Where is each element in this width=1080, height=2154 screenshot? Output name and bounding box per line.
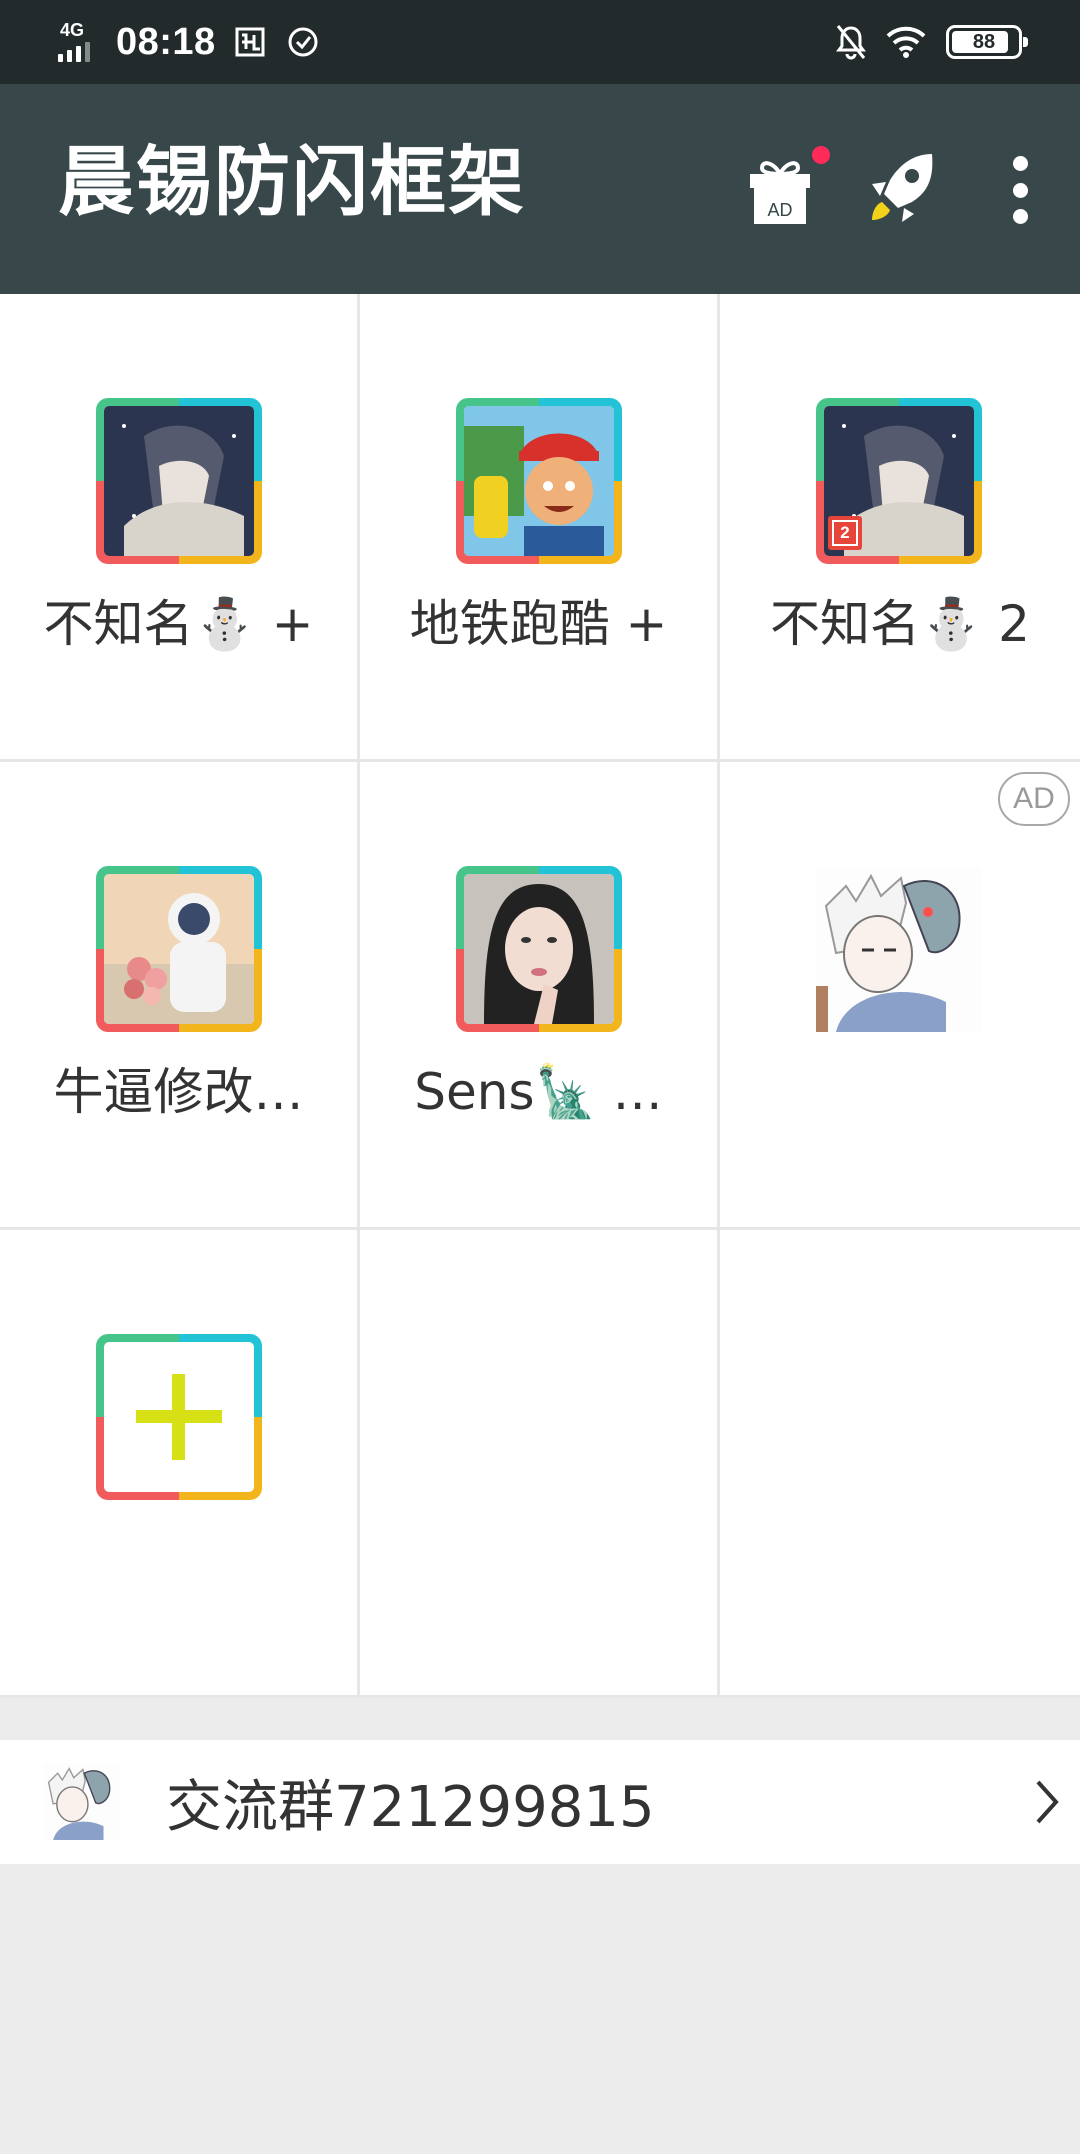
app-cell[interactable]: Sens🗽 …: [360, 762, 720, 1230]
ad-cell[interactable]: AD: [720, 762, 1080, 1230]
anime-boy-avatar-icon: 2: [824, 406, 974, 556]
anime-mask-avatar-icon: [816, 866, 982, 1032]
group-chat-row[interactable]: 交流群721299815: [0, 1740, 1080, 1864]
app-label: 不知名⛄ 2: [770, 595, 1030, 653]
girl-portrait-avatar-icon: [464, 874, 614, 1024]
gift-icon: AD: [750, 161, 810, 224]
bell-off-icon: [836, 25, 866, 60]
app-icon-frame: [456, 866, 622, 1032]
app-icon-frame: [96, 866, 262, 1032]
app-label: 地铁跑酷 +: [409, 595, 668, 653]
app-icon-frame: 2: [816, 398, 982, 564]
clone-badge-icon: 2: [828, 516, 862, 550]
app-cell[interactable]: 不知名⛄ +: [0, 294, 360, 762]
app-grid: 不知名⛄ + 地铁跑酷 + 2 不知名⛄ 2 牛逼修改… Sens🗽 … AD: [0, 294, 1080, 1698]
gift-ad-button[interactable]: AD: [746, 146, 830, 228]
add-app-cell[interactable]: [0, 1230, 360, 1698]
app-label: Sens🗽 …: [414, 1063, 663, 1121]
battery-icon: 88: [946, 25, 1028, 59]
plus-icon: [104, 1342, 254, 1492]
chevron-right-icon: [1036, 1780, 1059, 1824]
app-icon-frame: [456, 398, 622, 564]
app-icon-frame: [96, 398, 262, 564]
status-bar-left: 4G 08:18: [58, 18, 320, 66]
app-label: 不知名⛄ +: [43, 595, 314, 653]
wifi-icon: [886, 26, 926, 58]
more-options-button[interactable]: [1000, 156, 1040, 224]
screenshot-icon: [235, 27, 265, 57]
empty-cell: [360, 1230, 720, 1698]
status-bar: 4G 08:18 88: [0, 0, 1080, 84]
anime-boy-avatar-icon: [104, 406, 254, 556]
astronaut-flowers-avatar-icon: [104, 874, 254, 1024]
subway-surfers-icon: [464, 406, 614, 556]
app-label: 牛逼修改…: [53, 1063, 304, 1121]
status-time: 08:18: [116, 20, 216, 63]
empty-cell: [720, 1230, 1080, 1698]
cell-signal-icon: 4G: [58, 20, 102, 64]
app-title: 晨锡防闪框架: [58, 137, 526, 226]
notification-dot: [812, 146, 830, 164]
status-bar-right: 88: [836, 20, 1028, 64]
network-type: 4G: [60, 20, 85, 40]
ad-tag: AD: [998, 772, 1070, 826]
svg-text:AD: AD: [767, 200, 792, 220]
app-cell[interactable]: 地铁跑酷 +: [360, 294, 720, 762]
app-cell[interactable]: 2 不知名⛄ 2: [720, 294, 1080, 762]
group-chat-label: 交流群721299815: [166, 1774, 655, 1840]
sync-icon: [288, 27, 318, 57]
rocket-button[interactable]: [866, 150, 938, 226]
add-app-button[interactable]: [96, 1334, 262, 1500]
app-cell[interactable]: 牛逼修改…: [0, 762, 360, 1230]
battery-level: 88: [972, 30, 996, 53]
anime-mask-avatar-icon: [44, 1764, 120, 1840]
app-bar: 晨锡防闪框架 AD: [0, 84, 1080, 294]
